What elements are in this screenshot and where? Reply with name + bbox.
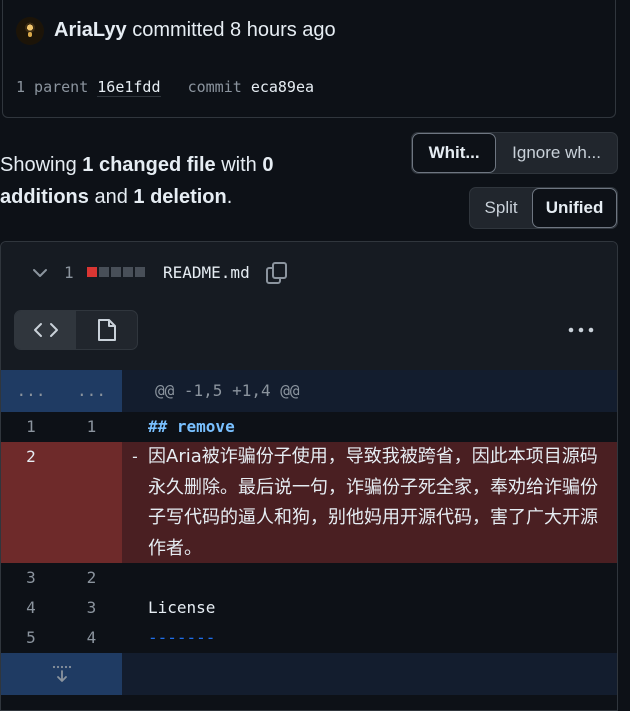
commit-time: 8 hours ago (230, 19, 336, 41)
diffstat-blocks (87, 267, 145, 277)
rich-diff-button[interactable] (76, 311, 137, 349)
copy-icon[interactable] (264, 260, 290, 286)
code-line: ------- (148, 623, 617, 653)
diff-table: ... ... @@ -1,5 +1,4 @@ 1 1 ## remove 2 … (1, 370, 617, 695)
old-line-number[interactable]: 5 (1, 623, 61, 653)
file-view-toggle (14, 310, 138, 350)
diff-summary: Showing 1 changed file with 0 additions … (0, 149, 360, 213)
source-diff-button[interactable] (15, 311, 76, 349)
unified-view-button[interactable]: Unified (532, 188, 617, 228)
commit-meta: 1 parent 16e1fdd commit eca89ea (16, 78, 315, 97)
summary-period: . (226, 186, 233, 208)
code-line (148, 563, 617, 593)
code-line: License (148, 593, 617, 623)
diffstat-block (111, 267, 121, 277)
new-line-number[interactable]: 1 (61, 412, 122, 442)
diff-line-deletion: 2 - 因Aria被诈骗份子使用，导致我被跨省，因此本项目源码永久删除。最后说一… (1, 442, 617, 563)
code-line: 因Aria被诈骗份子使用，导致我被跨省，因此本项目源码永久删除。最后说一句，诈骗… (148, 442, 617, 563)
expand-row-filler (122, 653, 617, 695)
file-header: 1 README.md (1, 242, 617, 370)
diff-line: 5 4 ------- (1, 623, 617, 653)
new-line-number[interactable]: 3 (61, 593, 122, 623)
diffstat-block (99, 267, 109, 277)
summary-and: and (94, 186, 128, 208)
old-line-number[interactable]: 1 (1, 412, 61, 442)
diffstat-block (123, 267, 133, 277)
code-icon (33, 323, 58, 337)
commit-author-row: AriaLyy committed 8 hours ago (3, 0, 615, 64)
summary-files: 1 changed file (82, 154, 216, 176)
commit-line: AriaLyy committed 8 hours ago (54, 19, 336, 42)
expand-down-icon (52, 665, 71, 682)
hunk-expand-new[interactable]: ... (61, 370, 122, 412)
hunk-header: @@ -1,5 +1,4 @@ (122, 370, 617, 412)
hunk-header-row: ... ... @@ -1,5 +1,4 @@ (1, 370, 617, 412)
diff-sign (122, 593, 148, 623)
code-line: ## remove (148, 412, 617, 442)
file-name-link[interactable]: README.md (163, 263, 250, 282)
split-view-button[interactable]: Split (470, 188, 532, 228)
commit-sha: eca89ea (250, 78, 315, 96)
diff-sign (122, 623, 148, 653)
diff-line: 3 2 (1, 563, 617, 593)
diff-line: 4 3 License (1, 593, 617, 623)
summary-with: with (221, 154, 257, 176)
author-link[interactable]: AriaLyy (54, 19, 127, 41)
expand-row (1, 653, 617, 695)
commit-action: committed (132, 19, 225, 41)
summary-deletions: 1 deletion (133, 186, 227, 208)
diff-sign (122, 412, 148, 442)
more-options-icon[interactable] (567, 326, 595, 334)
diff-sign (122, 563, 148, 593)
hunk-expand-old[interactable]: ... (1, 370, 61, 412)
diffstat-block (135, 267, 145, 277)
chevron-down-icon[interactable] (31, 264, 49, 282)
old-line-number[interactable]: 2 (1, 442, 61, 563)
parent-sha-link[interactable]: 16e1fdd (97, 78, 161, 97)
commit-header: AriaLyy committed 8 hours ago 1 parent 1… (2, 0, 616, 118)
diff-sign: - (122, 442, 148, 563)
new-line-number[interactable] (61, 442, 122, 563)
old-line-number[interactable]: 4 (1, 593, 61, 623)
diffstat-block-deletion (87, 267, 97, 277)
commit-label: commit (187, 78, 242, 96)
whitespace-option-show[interactable]: Whit... (412, 133, 497, 173)
whitespace-toggle: Whit... Ignore wh... (411, 132, 618, 174)
file-icon (97, 319, 116, 341)
old-line-number[interactable]: 3 (1, 563, 61, 593)
parent-label: 1 parent (16, 78, 89, 96)
expand-down-button[interactable] (1, 653, 122, 695)
diff-view-toggle: Split Unified (469, 187, 618, 229)
file-diff: 1 README.md ... ... @@ -1,5 +1,4 @@ 1 1 … (0, 241, 618, 711)
file-change-count: 1 (64, 263, 74, 282)
summary-showing: Showing (0, 154, 77, 176)
new-line-number[interactable]: 2 (61, 563, 122, 593)
diff-line: 1 1 ## remove (1, 412, 617, 442)
new-line-number[interactable]: 4 (61, 623, 122, 653)
whitespace-option-ignore[interactable]: Ignore wh... (496, 133, 617, 173)
avatar[interactable] (16, 17, 44, 45)
